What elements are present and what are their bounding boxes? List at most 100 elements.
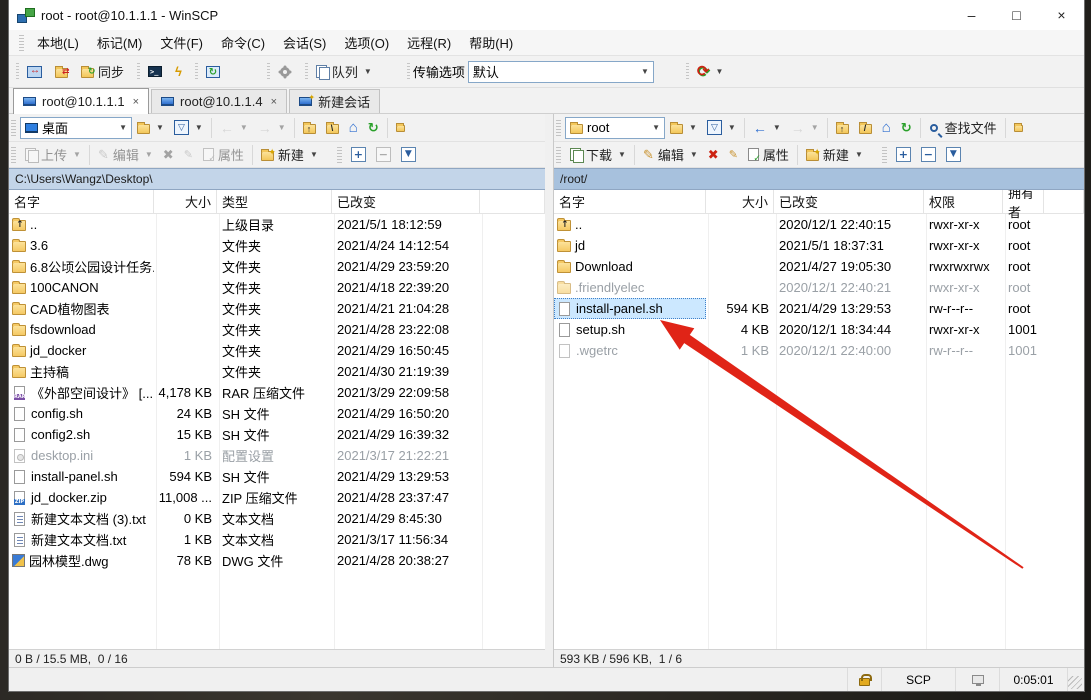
folder-sync-icon[interactable]: ⇄ — [50, 60, 73, 84]
menu-item[interactable]: 本地(L) — [28, 30, 88, 55]
find-files-button[interactable]: 查找文件 — [924, 116, 1002, 140]
file-row[interactable]: 3.6文件夹2021/4/24 14:12:54 — [9, 235, 545, 256]
protocol-indicator[interactable]: SCP — [882, 668, 956, 691]
selection-filter-icon[interactable]: ▼ — [941, 143, 966, 167]
column-header-size[interactable]: 大小ˇ — [706, 190, 774, 213]
file-row[interactable]: 新建文本文档 (3).txt0 KB文本文档2021/4/29 8:45:30 — [9, 508, 545, 529]
download-button[interactable]: 下载▼ — [565, 143, 631, 167]
column-header-perms[interactable]: 权限 — [924, 190, 1003, 213]
local-path-bar[interactable]: C:\Users\Wangz\Desktop\ — [9, 168, 545, 190]
new-button[interactable]: ✦新建▼ — [256, 143, 323, 167]
select-plus-icon[interactable]: + — [891, 143, 916, 167]
column-header-changed[interactable]: 已改变 — [332, 190, 480, 213]
resize-grip[interactable] — [1068, 676, 1082, 689]
filter-icon[interactable]: ▽▼ — [169, 116, 208, 140]
edit-button[interactable]: ✎编辑▼ — [93, 143, 158, 167]
menu-item[interactable]: 文件(F) — [151, 30, 212, 55]
column-header-changed[interactable]: 已改变 — [774, 190, 924, 213]
home-icon[interactable]: ⌂ — [877, 116, 896, 140]
refresh-session-icon[interactable]: ↻ — [201, 60, 225, 84]
properties-button[interactable]: 属性 — [198, 143, 249, 167]
parent-directory-icon[interactable]: ↑ — [298, 116, 321, 140]
tab-new-session[interactable]: 新建会话 — [289, 89, 380, 113]
tab-session[interactable]: root@10.1.1.4× — [151, 89, 287, 113]
column-header-name[interactable]: 名字 — [554, 190, 706, 213]
select-plus-icon[interactable]: + — [346, 143, 371, 167]
file-row[interactable]: fsdownload文件夹2021/4/28 23:22:08 — [9, 319, 545, 340]
local-drive-select[interactable]: 桌面▼ — [20, 117, 132, 139]
queue-button[interactable]: 队列▼ — [311, 60, 377, 84]
file-row[interactable]: .friendlyelec2020/12/1 22:40:21rwxr-xr-x… — [554, 277, 1084, 298]
file-row[interactable]: Download2021/4/27 19:05:30rwxrwxrwxroot — [554, 256, 1084, 277]
selection-filter-icon[interactable]: ▼ — [396, 143, 421, 167]
lock-icon[interactable] — [848, 668, 882, 691]
menu-item[interactable]: 选项(O) — [335, 30, 398, 55]
menu-item[interactable]: 远程(R) — [398, 30, 460, 55]
file-row[interactable]: desktop.ini1 KB配置设置2021/3/17 21:22:21 — [9, 445, 545, 466]
menu-item[interactable]: 帮助(H) — [460, 30, 522, 55]
back-icon[interactable]: ←▼ — [215, 116, 253, 140]
file-row[interactable]: setup.sh4 KB2020/12/1 18:34:44rwxr-xr-x1… — [554, 319, 1084, 340]
minimize-button[interactable]: – — [949, 0, 994, 30]
file-row[interactable]: ..上级目录2021/5/1 18:12:59 — [9, 214, 545, 235]
forward-icon[interactable]: →▼ — [253, 116, 291, 140]
file-row[interactable]: jd_docker文件夹2021/4/29 16:50:45 — [9, 340, 545, 361]
transfer-settings-icon[interactable]: ⟳▼ — [692, 60, 729, 84]
parent-directory-icon[interactable]: ↑ — [831, 116, 854, 140]
forward-icon[interactable]: →▼ — [786, 116, 824, 140]
rename-icon[interactable]: ✎ — [724, 143, 743, 167]
file-row[interactable]: RAR《外部空间设计》 [...4,178 KBRAR 压缩文件2021/3/2… — [9, 382, 545, 403]
file-row[interactable]: .wgetrc1 KB2020/12/1 22:40:00rw-r--r--10… — [554, 340, 1084, 361]
transfer-preset-select[interactable]: 默认▼ — [468, 61, 654, 83]
home-icon[interactable]: ⌂ — [344, 116, 363, 140]
select-minus-icon[interactable]: − — [916, 143, 941, 167]
menu-item[interactable]: 标记(M) — [88, 30, 152, 55]
maximize-button[interactable]: □ — [994, 0, 1039, 30]
refresh-icon[interactable]: ↻ — [896, 116, 917, 140]
column-header-size[interactable]: 大小 — [154, 190, 217, 213]
dual-panel-icon[interactable] — [22, 60, 47, 84]
preferences-gear-icon[interactable] — [273, 60, 297, 84]
close-button[interactable]: × — [1039, 0, 1084, 30]
refresh-icon[interactable]: ↻ — [363, 116, 384, 140]
root-directory-icon[interactable]: \ — [321, 116, 344, 140]
open-directory-icon[interactable]: ▼ — [665, 116, 702, 140]
new-button[interactable]: ✦新建▼ — [801, 143, 868, 167]
tab-close-icon[interactable]: × — [271, 96, 277, 108]
file-row[interactable]: 100CANON文件夹2021/4/18 22:39:20 — [9, 277, 545, 298]
file-row[interactable]: CAD植物图表文件夹2021/4/21 21:04:28 — [9, 298, 545, 319]
file-row[interactable]: ZIPjd_docker.zip11,008 ...ZIP 压缩文件2021/4… — [9, 487, 545, 508]
file-row[interactable]: ..2020/12/1 22:40:15rwxr-xr-xroot — [554, 214, 1084, 235]
tab-close-icon[interactable]: × — [133, 96, 139, 108]
open-directory-icon[interactable]: ▼ — [132, 116, 169, 140]
delete-icon[interactable]: ✖ — [703, 143, 724, 167]
directory-tree-icon[interactable] — [391, 116, 410, 140]
file-row[interactable]: install-panel.sh594 KBSH 文件2021/4/29 13:… — [9, 466, 545, 487]
column-header-owner[interactable]: 拥有者 — [1003, 190, 1044, 213]
file-row[interactable]: config.sh24 KBSH 文件2021/4/29 16:50:20 — [9, 403, 545, 424]
remote-drive-select[interactable]: root▼ — [565, 117, 665, 139]
server-icon[interactable] — [956, 668, 1000, 691]
menu-item[interactable]: 会话(S) — [274, 30, 335, 55]
panel-splitter[interactable] — [545, 114, 549, 667]
back-icon[interactable]: ←▼ — [748, 116, 786, 140]
select-minus-icon[interactable]: − — [371, 143, 396, 167]
file-row[interactable]: jd2021/5/1 18:37:31rwxr-xr-xroot — [554, 235, 1084, 256]
file-row[interactable]: 新建文本文档.txt1 KB文本文档2021/3/17 11:56:34 — [9, 529, 545, 550]
root-directory-icon[interactable]: / — [854, 116, 877, 140]
remote-path-bar[interactable]: /root/ — [554, 168, 1084, 190]
properties-button[interactable]: 属性 — [743, 143, 794, 167]
column-header-type[interactable]: 类型 — [217, 190, 332, 213]
command-icon[interactable]: ϟ — [170, 60, 187, 84]
upload-button[interactable]: 上传▼ — [20, 143, 86, 167]
file-row[interactable]: install-panel.sh594 KB2021/4/29 13:29:53… — [554, 298, 1084, 319]
directory-tree-icon[interactable] — [1009, 116, 1028, 140]
rename-icon[interactable]: ✎ — [179, 143, 198, 167]
console-icon[interactable]: >_ — [143, 60, 167, 84]
file-row[interactable]: 6.8公顷公园设计任务...文件夹2021/4/29 23:59:20 — [9, 256, 545, 277]
filter-icon[interactable]: ▽▼ — [702, 116, 741, 140]
tab-session[interactable]: root@10.1.1.1× — [13, 88, 149, 114]
delete-icon[interactable]: ✖ — [158, 143, 179, 167]
edit-button[interactable]: ✎编辑▼ — [638, 143, 703, 167]
file-row[interactable]: 主持稿文件夹2021/4/30 21:19:39 — [9, 361, 545, 382]
